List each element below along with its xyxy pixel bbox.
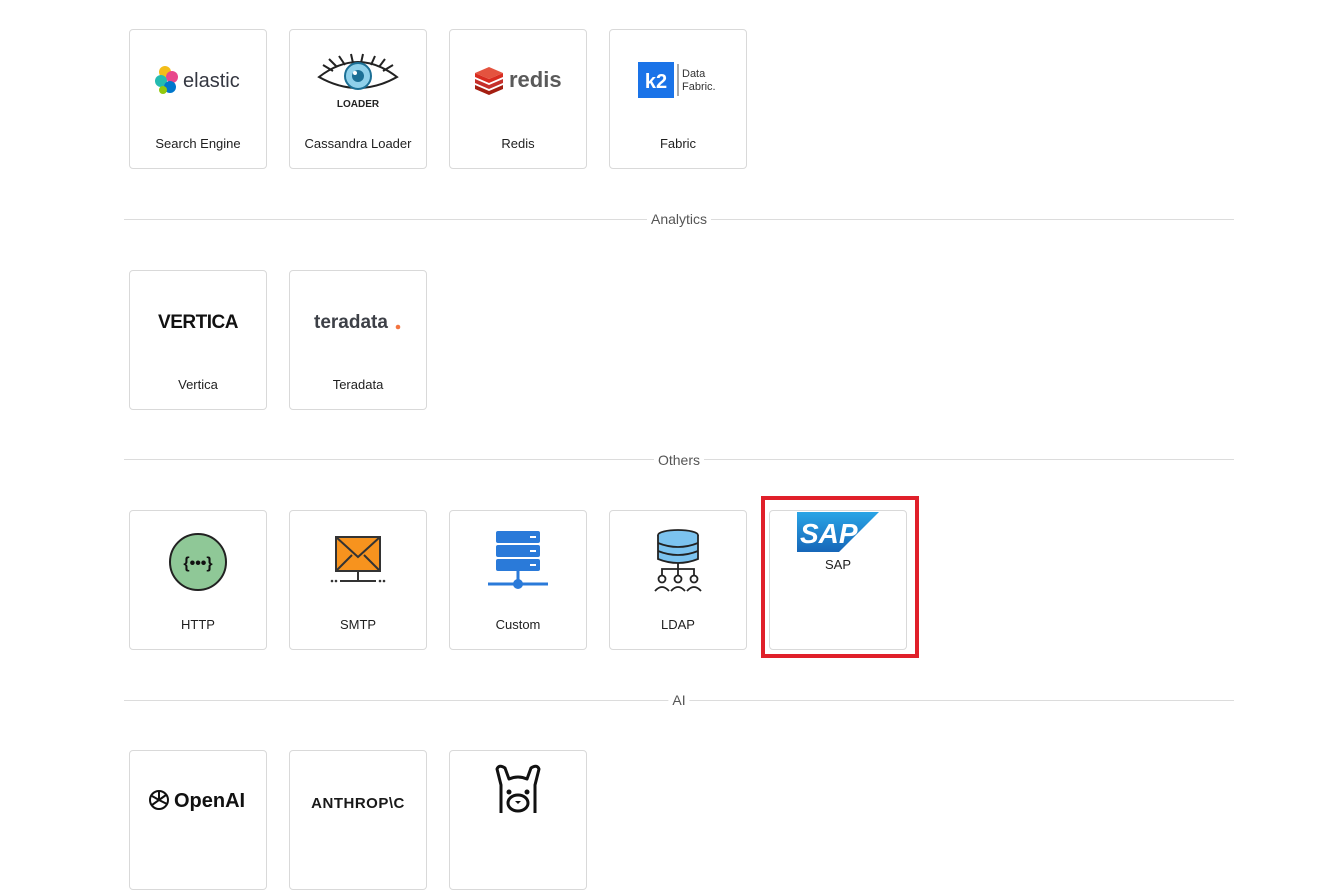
svg-text:VERTICA: VERTICA [158, 312, 239, 333]
openai-card[interactable]: OpenAI [129, 750, 267, 890]
svg-text:teradata: teradata [314, 312, 388, 333]
http-braces-icon: {•••} [130, 531, 266, 593]
anthropic-logo-icon: ANTHROP\C [290, 789, 426, 815]
sap-logo-icon: SAP [770, 511, 906, 553]
llama-icon [450, 763, 586, 813]
anthropic-card[interactable]: ANTHROP\C [289, 750, 427, 890]
redis-logo-icon: redis [450, 48, 586, 112]
card-label: LDAP [661, 617, 695, 632]
cassandra-loader-card[interactable]: LOADER Cassandra Loader [289, 29, 427, 169]
card-label: Fabric [659, 136, 697, 151]
svg-text:LOADER: LOADER [337, 99, 380, 110]
svg-text:Data: Data [682, 68, 706, 80]
svg-text:elastic: elastic [183, 70, 240, 92]
mail-monitor-icon [290, 533, 426, 593]
http-card[interactable]: {•••} HTTP [129, 510, 267, 650]
ldap-card[interactable]: LDAP [609, 510, 747, 650]
sap-card[interactable]: SAP SAP [769, 510, 907, 650]
smtp-card[interactable]: SMTP [289, 510, 427, 650]
redis-card[interactable]: redis Redis [449, 29, 587, 169]
svg-text:k2: k2 [645, 71, 667, 93]
k2-data-fabric-logo-icon: k2 Data Fabric. [610, 48, 746, 112]
card-label: Redis [501, 136, 535, 151]
search-engine-card[interactable]: elastic Search Engine [129, 29, 267, 169]
svg-text:SAP: SAP [800, 518, 858, 549]
section-title-analytics: Analytics [646, 211, 712, 227]
openai-logo-icon: OpenAI [130, 785, 266, 815]
database-users-icon [610, 529, 746, 593]
svg-text:{•••}: {•••} [183, 555, 212, 572]
card-label: SMTP [339, 617, 377, 632]
teradata-card[interactable]: teradata Teradata [289, 270, 427, 410]
cassandra-eye-icon: LOADER [290, 50, 426, 114]
card-label: Cassandra Loader [304, 136, 412, 151]
vertica-logo-icon: VERTICA [130, 289, 266, 353]
elastic-logo-icon: elastic [130, 48, 266, 112]
svg-text:ANTHROP\C: ANTHROP\C [311, 795, 405, 812]
custom-card[interactable]: Custom [449, 510, 587, 650]
teradata-logo-icon: teradata [290, 289, 426, 353]
card-label: HTTP [181, 617, 215, 632]
card-label: Teradata [332, 377, 384, 392]
server-network-icon [450, 529, 586, 593]
svg-text:OpenAI: OpenAI [174, 790, 245, 812]
ollama-card[interactable] [449, 750, 587, 890]
section-title-others: Others [653, 452, 705, 468]
svg-text:Fabric.: Fabric. [682, 81, 716, 93]
svg-text:redis: redis [509, 67, 562, 92]
card-label: SAP [824, 557, 851, 572]
vertica-card[interactable]: VERTICA Vertica [129, 270, 267, 410]
section-title-ai: AI [668, 692, 690, 708]
card-label: Search Engine [155, 136, 241, 151]
card-label: Vertica [178, 377, 218, 392]
card-label: Custom [495, 617, 541, 632]
fabric-card[interactable]: k2 Data Fabric. Fabric [609, 29, 747, 169]
